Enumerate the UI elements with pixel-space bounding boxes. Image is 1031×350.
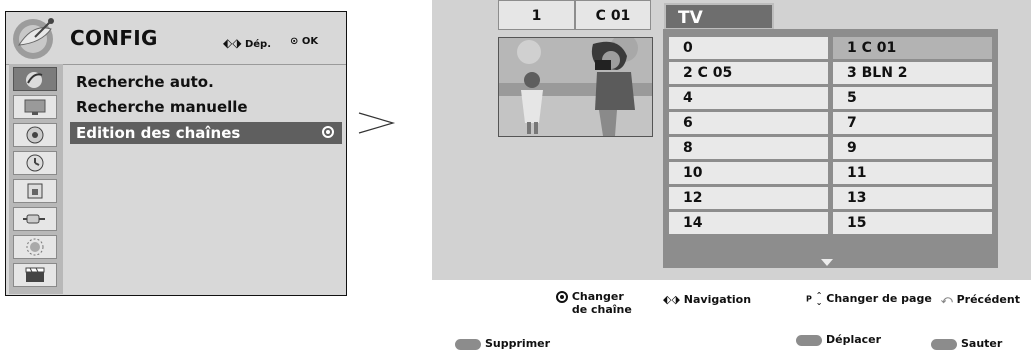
satellite-dish-icon[interactable]: [13, 67, 57, 91]
next-step-arrow-icon: [357, 111, 397, 139]
channel-item[interactable]: 2 C 05: [669, 62, 828, 84]
channel-item[interactable]: 10: [669, 162, 828, 184]
menu-item-auto-search[interactable]: Recherche auto.: [70, 71, 342, 93]
delete-label: Supprimer: [485, 337, 551, 350]
move-hint-label: Dép.: [244, 39, 271, 50]
change-page-hint: P ⌃ ⌄ Changer de page: [806, 291, 932, 307]
channel-item[interactable]: 4: [669, 87, 828, 109]
ok-button-icon: [556, 291, 568, 303]
channel-item[interactable]: 9: [833, 137, 992, 159]
menu-item-channel-edit[interactable]: Edition des chaînes: [70, 122, 342, 144]
color-key-icon: [455, 338, 481, 350]
channel-edit-panel: 1 C 01 TV 01 C 01 2 C 05 3 BLN 2 4 5 6 7 8 9 10 11…: [432, 0, 1031, 280]
skip-hint: Sauter: [931, 337, 1002, 350]
change-channel-hint: Changer de chaîne: [556, 290, 634, 316]
menu-icon-column: [9, 64, 63, 294]
menu-item-manual-search[interactable]: Recherche manuelle: [70, 96, 342, 118]
navigation-label: Navigation: [683, 293, 752, 306]
channel-item[interactable]: 6: [669, 112, 828, 134]
navigation-hint: ⬖⬗ Navigation: [663, 293, 751, 306]
input-plug-icon[interactable]: [13, 207, 57, 231]
menu-header: CONFIG ⬖⬗ Dép. ⊙ OK: [6, 12, 346, 65]
color-key-icon: [931, 338, 957, 350]
current-channel-name: C 01: [575, 0, 651, 30]
page-key-label: P: [806, 294, 812, 304]
channel-item[interactable]: 13: [833, 187, 992, 209]
menu-item-channel-edit-label: Edition des chaînes: [76, 124, 241, 142]
dpad-icon: ⬖⬗: [663, 293, 680, 306]
speaker-icon[interactable]: [13, 123, 57, 147]
move-hint: ⬖⬗ Dép.: [223, 36, 271, 50]
color-key-icon: [796, 334, 822, 346]
channel-list-grid: 01 C 01 2 C 05 3 BLN 2 4 5 6 7 8 9 10 11 12 13 14 15: [663, 29, 998, 268]
channel-item[interactable]: 3 BLN 2: [833, 62, 992, 84]
monitor-icon[interactable]: [13, 95, 57, 119]
change-page-label: Changer de page: [826, 292, 932, 305]
channel-item[interactable]: 14: [669, 212, 828, 234]
tab-tv[interactable]: TV: [664, 3, 774, 30]
sun-icon[interactable]: [13, 235, 57, 259]
clapperboard-icon[interactable]: [13, 263, 57, 287]
move-label: Déplacer: [826, 333, 882, 346]
menu-title: CONFIG: [70, 26, 158, 50]
clock-icon[interactable]: [13, 151, 57, 175]
change-channel-label: Changer de chaîne: [571, 290, 632, 316]
channel-item[interactable]: 0: [669, 37, 828, 59]
back-label: Précédent: [956, 293, 1020, 306]
channel-item[interactable]: 12: [669, 187, 828, 209]
delete-hint: Supprimer: [455, 337, 550, 350]
ok-hint: ⊙ OK: [290, 36, 318, 47]
move-hint: Déplacer: [796, 333, 881, 346]
current-program-number: 1: [498, 0, 575, 30]
dpad-icon: ⬖⬗: [223, 36, 242, 50]
channel-item[interactable]: 7: [833, 112, 992, 134]
channel-preview-image: [498, 37, 653, 137]
channel-item[interactable]: 8: [669, 137, 828, 159]
channel-item[interactable]: 11: [833, 162, 992, 184]
config-menu: CONFIG ⬖⬗ Dép. ⊙ OK Recherche auto. Rech…: [5, 11, 347, 296]
channel-item[interactable]: 15: [833, 212, 992, 234]
scroll-down-icon[interactable]: [821, 259, 833, 266]
back-hint: ⤺ Précédent: [941, 293, 1020, 307]
channel-item[interactable]: 5: [833, 87, 992, 109]
ok-hint-label: OK: [301, 36, 319, 47]
satellite-dish-icon: [11, 15, 61, 61]
up-down-arrows-icon: ⌃ ⌄: [815, 291, 823, 307]
skip-label: Sauter: [961, 337, 1003, 350]
ok-button-icon: ⊙: [290, 36, 299, 47]
channel-item[interactable]: 1 C 01: [833, 37, 992, 59]
ok-button-icon: [322, 126, 334, 138]
return-arrow-icon: ⤺: [941, 293, 953, 306]
lock-icon[interactable]: [13, 179, 57, 203]
